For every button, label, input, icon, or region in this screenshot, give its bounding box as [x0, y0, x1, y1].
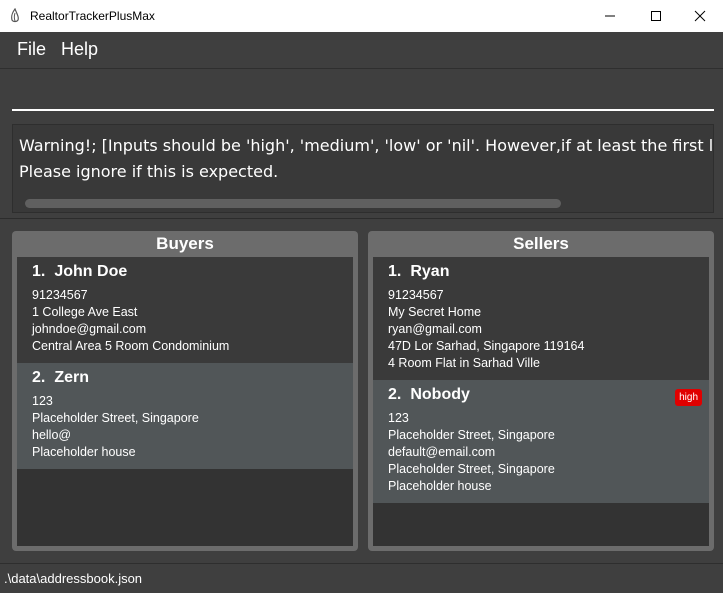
seller-card[interactable]: 1. Ryan 91234567 My Secret Home ryan@gma…	[373, 257, 709, 380]
buyer-name: 1. John Doe	[32, 263, 338, 281]
horizontal-scrollbar[interactable]	[25, 199, 561, 208]
seller-name: 2. Nobody	[388, 386, 694, 404]
buyer-email: johndoe@gmail.com	[32, 322, 147, 336]
buyer-phone: 123	[32, 394, 53, 408]
sellers-panel: Sellers 1. Ryan 91234567 My Secret Home …	[368, 231, 714, 551]
sellers-header: Sellers	[513, 234, 569, 253]
result-message: Warning!; [Inputs should be 'high', 'med…	[19, 133, 714, 185]
seller-email: ryan@gmail.com	[388, 322, 482, 336]
save-location: .\data\addressbook.json	[4, 571, 143, 586]
window-title-bar[interactable]: RealtorTrackerPlusMax	[0, 0, 723, 32]
buyer-address: Placeholder Street, Singapore	[32, 411, 199, 425]
result-display[interactable]: Warning!; [Inputs should be 'high', 'med…	[12, 124, 714, 213]
minimize-icon	[605, 15, 615, 17]
buyer-card[interactable]: 1. John Doe 91234567 1 College Ave East …	[17, 257, 353, 363]
close-button[interactable]	[677, 0, 723, 32]
buyers-list[interactable]: 1. John Doe 91234567 1 College Ave East …	[17, 257, 353, 546]
buyer-address: 1 College Ave East	[32, 305, 138, 319]
buyer-card[interactable]: 2. Zern 123 Placeholder Street, Singapor…	[17, 363, 353, 469]
maximize-button[interactable]	[633, 0, 679, 32]
divider	[0, 218, 723, 219]
seller-name-text: Nobody	[410, 386, 470, 403]
minimize-button[interactable]	[587, 0, 633, 32]
buyer-name: 2. Zern	[32, 369, 338, 387]
seller-phone: 91234567	[388, 288, 444, 302]
buyers-header: Buyers	[156, 234, 214, 253]
seller-address: Placeholder Street, Singapore	[388, 428, 555, 442]
result-line-1: Warning!; [Inputs should be 'high', 'med…	[19, 136, 714, 155]
menu-file[interactable]: File	[17, 39, 46, 60]
buyer-index: 1.	[32, 263, 46, 280]
status-bar: .\data\addressbook.json	[0, 563, 723, 593]
seller-card[interactable]: 2. Nobody high 123 Placeholder Street, S…	[373, 380, 709, 503]
seller-index: 2.	[388, 386, 402, 403]
window-title: RealtorTrackerPlusMax	[30, 9, 155, 23]
buyer-index: 2.	[32, 369, 46, 386]
result-line-2: Please ignore if this is expected.	[19, 162, 279, 181]
seller-house: 4 Room Flat in Sarhad Ville	[388, 356, 540, 370]
buyer-email: hello@	[32, 428, 72, 442]
seller-house-address: Placeholder Street, Singapore	[388, 462, 555, 476]
seller-address: My Secret Home	[388, 305, 482, 319]
close-icon	[694, 10, 706, 22]
command-input[interactable]	[12, 73, 714, 111]
buyers-panel: Buyers 1. John Doe 91234567 1 College Av…	[12, 231, 358, 551]
seller-name-text: Ryan	[410, 263, 450, 280]
command-box	[0, 69, 723, 119]
buyer-house: Central Area 5 Room Condominium	[32, 339, 230, 353]
seller-house-address: 47D Lor Sarhad, Singapore 119164	[388, 339, 585, 353]
buyer-name-text: Zern	[54, 369, 90, 386]
seller-house: Placeholder house	[388, 479, 492, 493]
sellers-list[interactable]: 1. Ryan 91234567 My Secret Home ryan@gma…	[373, 257, 709, 546]
buyer-house: Placeholder house	[32, 445, 136, 459]
seller-phone: 123	[388, 411, 409, 425]
seller-email: default@email.com	[388, 445, 496, 459]
buyer-phone: 91234567	[32, 288, 88, 302]
maximize-icon	[651, 11, 661, 21]
app-icon	[11, 8, 19, 23]
menu-help[interactable]: Help	[61, 39, 98, 60]
seller-index: 1.	[388, 263, 402, 280]
seller-name: 1. Ryan	[388, 263, 694, 281]
priority-tag: high	[675, 389, 702, 406]
buyer-name-text: John Doe	[54, 263, 128, 280]
menu-bar: File Help	[0, 32, 723, 69]
